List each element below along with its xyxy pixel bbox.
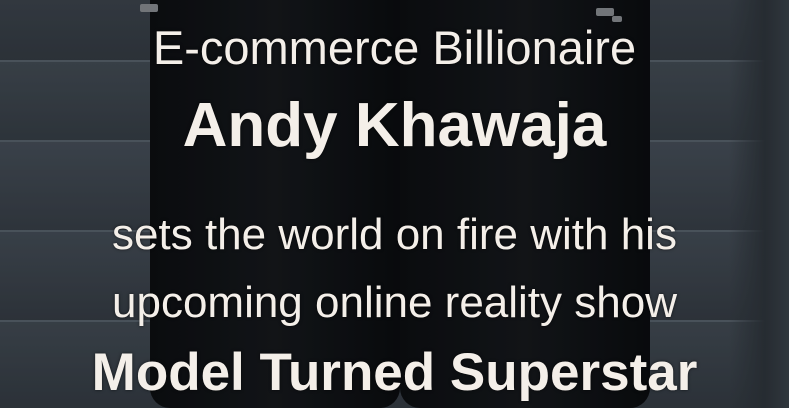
headline-line-3: sets the world on fire with his bbox=[112, 210, 677, 259]
headline-line-1: E-commerce Billionaire bbox=[152, 21, 637, 74]
headline-line-4: upcoming online reality show bbox=[112, 278, 677, 327]
poster-image: E-commerce Billionaire Andy Khawaja sets… bbox=[0, 0, 789, 408]
show-title: Model Turned Superstar bbox=[91, 343, 698, 402]
headline-name: Andy Khawaja bbox=[182, 91, 607, 160]
